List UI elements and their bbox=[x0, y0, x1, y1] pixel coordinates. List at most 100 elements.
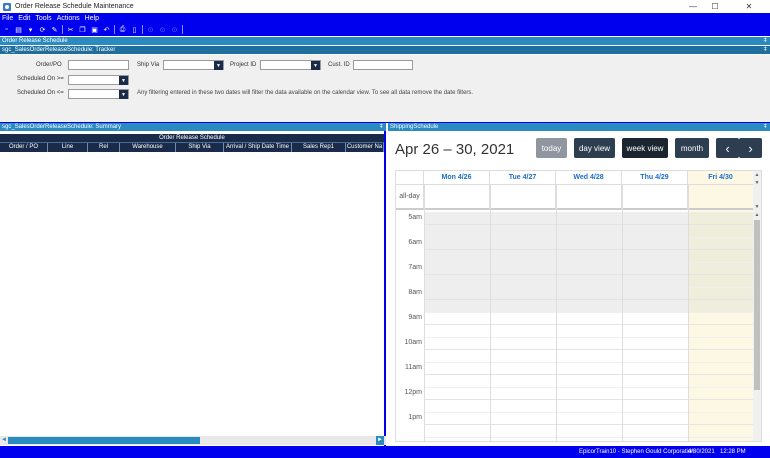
menu-tools[interactable]: Tools bbox=[35, 15, 51, 22]
time-label-9am: 9am bbox=[408, 314, 422, 321]
menu-edit[interactable]: Edit bbox=[18, 15, 30, 22]
month-button[interactable]: month bbox=[675, 138, 709, 158]
column-header-ship-via[interactable]: Ship Via bbox=[176, 143, 224, 152]
save-icon[interactable]: ▤ bbox=[14, 25, 23, 34]
day-header-fri[interactable]: Fri 4/30 bbox=[688, 171, 754, 185]
scroll-down-icon[interactable]: ▼ bbox=[753, 179, 761, 187]
scheduled-to-label: Scheduled On <= bbox=[17, 90, 64, 96]
scroll-up-icon[interactable]: ▲ bbox=[753, 171, 761, 179]
tracker-panel-header: sgc_SalesOrderReleaseSchedule: Tracker ǂ bbox=[0, 46, 770, 54]
column-header-order-po[interactable]: Order / PO bbox=[0, 143, 48, 152]
menu-bar: File Edit Tools Actions Help bbox=[0, 13, 770, 23]
menu-actions[interactable]: Actions bbox=[57, 15, 80, 22]
main-panel-header: Order Release Schedule ǂ bbox=[0, 37, 770, 45]
calendar-title: Apr 26 – 30, 2021 bbox=[395, 141, 515, 158]
status-bar: EpicorTrain10 - Stephen Gould Corporatio… bbox=[0, 446, 770, 458]
paste-icon[interactable]: ▣ bbox=[90, 25, 99, 34]
help-icon[interactable]: ⊙ bbox=[170, 25, 179, 34]
day-divider bbox=[622, 185, 623, 441]
app-window: Order Release Schedule Maintenance — ☐ ✕… bbox=[0, 0, 770, 458]
today-button[interactable]: today bbox=[536, 138, 567, 158]
time-slot-line bbox=[424, 362, 754, 363]
attach-icon[interactable]: ⊙ bbox=[146, 25, 155, 34]
time-slot-line bbox=[424, 262, 754, 263]
shipping-calendar: Apr 26 – 30, 2021 today day view week vi… bbox=[388, 131, 770, 446]
all-day-cell[interactable] bbox=[622, 185, 688, 210]
pin-icon[interactable]: ǂ bbox=[763, 123, 767, 131]
scheduled-to-dropdown-icon[interactable]: ▼ bbox=[119, 90, 128, 99]
scrollbar-thumb[interactable] bbox=[8, 437, 200, 444]
all-day-cell[interactable] bbox=[424, 185, 490, 210]
prev-week-button[interactable]: ‹ bbox=[716, 138, 739, 158]
search-icon[interactable]: ⊙ bbox=[158, 25, 167, 34]
time-slot-line bbox=[424, 299, 754, 300]
scheduled-from-label: Scheduled On >= bbox=[17, 76, 64, 82]
close-button[interactable]: ✕ bbox=[738, 0, 760, 13]
all-day-cell[interactable] bbox=[688, 185, 754, 210]
day-header-thu[interactable]: Thu 4/29 bbox=[622, 171, 688, 185]
time-slot-line bbox=[424, 399, 754, 400]
refresh-icon[interactable]: ⟳ bbox=[38, 25, 47, 34]
calendar-vertical-scrollbar[interactable]: ▲ ▼ ▼ ▲ bbox=[753, 171, 761, 441]
time-label-5am: 5am bbox=[408, 214, 422, 221]
print-icon[interactable]: ⎙ bbox=[118, 25, 127, 34]
all-day-cell[interactable] bbox=[556, 185, 622, 210]
day-divider bbox=[490, 185, 491, 441]
status-date: 4/30/2021 bbox=[688, 449, 715, 455]
ship-via-dropdown-icon[interactable]: ▼ bbox=[214, 61, 223, 70]
new-icon[interactable]: ▫ bbox=[2, 25, 11, 34]
project-id-dropdown-icon[interactable]: ▼ bbox=[311, 61, 320, 70]
menu-help[interactable]: Help bbox=[85, 15, 99, 22]
day-header-tue[interactable]: Tue 4/27 bbox=[490, 171, 556, 185]
time-slot-line bbox=[424, 337, 754, 338]
status-user: EpicorTrain10 - Stephen Gould Corporatio… bbox=[579, 449, 695, 455]
week-view-button[interactable]: week view bbox=[622, 138, 668, 158]
time-label-8am: 8am bbox=[408, 289, 422, 296]
day-header-wed[interactable]: Wed 4/28 bbox=[556, 171, 622, 185]
toolbar-separator bbox=[142, 25, 143, 34]
pin-icon[interactable]: ǂ bbox=[763, 46, 767, 54]
day-divider bbox=[424, 185, 425, 441]
time-label-6am: 6am bbox=[408, 239, 422, 246]
clear-icon[interactable]: ✎ bbox=[50, 25, 59, 34]
day-view-button[interactable]: day view bbox=[574, 138, 615, 158]
print-preview-icon[interactable]: ▯ bbox=[130, 25, 139, 34]
undo-icon[interactable]: ↶ bbox=[102, 25, 111, 34]
scroll-down-icon[interactable]: ▼ bbox=[753, 203, 761, 211]
scroll-right-icon[interactable]: ► bbox=[376, 436, 384, 445]
toolbar-separator bbox=[114, 25, 115, 34]
time-slot-line bbox=[424, 412, 754, 413]
time-slot-line bbox=[424, 274, 754, 275]
copy-icon[interactable]: ❐ bbox=[78, 25, 87, 34]
menu-file[interactable]: File bbox=[2, 15, 13, 22]
cust-id-input[interactable] bbox=[353, 60, 413, 70]
column-header-line[interactable]: Line bbox=[48, 143, 88, 152]
column-header-arrival-ship-date-time[interactable]: Arrival / Ship Date Time bbox=[224, 143, 292, 152]
day-header-mon[interactable]: Mon 4/26 bbox=[424, 171, 490, 185]
time-slot-line bbox=[424, 349, 754, 350]
main-panel-title: Order Release Schedule bbox=[2, 38, 68, 44]
cut-icon[interactable]: ✂ bbox=[66, 25, 75, 34]
project-id-label: Project ID bbox=[230, 62, 257, 68]
tracker-panel: Order/PO Ship Via ▼ Project ID ▼ Cust. I… bbox=[0, 55, 770, 122]
scheduled-from-dropdown-icon[interactable]: ▼ bbox=[119, 76, 128, 85]
scroll-up-icon[interactable]: ▲ bbox=[753, 211, 761, 219]
column-header-customer-name[interactable]: Customer Na bbox=[346, 143, 384, 152]
time-slot-line bbox=[424, 224, 754, 225]
maximize-button[interactable]: ☐ bbox=[704, 0, 726, 13]
scroll-left-icon[interactable]: ◄ bbox=[0, 436, 8, 445]
save-dropdown-icon[interactable]: ▾ bbox=[26, 25, 35, 34]
minimize-button[interactable]: — bbox=[682, 0, 704, 13]
pin-icon[interactable]: ǂ bbox=[379, 123, 383, 131]
column-header-rel[interactable]: Rel bbox=[88, 143, 120, 152]
ship-via-label: Ship Via bbox=[137, 62, 160, 68]
scrollbar-thumb[interactable] bbox=[754, 220, 760, 390]
summary-horizontal-scrollbar[interactable]: ◄ ► bbox=[0, 436, 386, 445]
column-header-warehouse[interactable]: Warehouse bbox=[120, 143, 176, 152]
summary-grid: Order Release Schedule Order / PO Line R… bbox=[0, 131, 386, 446]
next-week-button[interactable]: › bbox=[739, 138, 762, 158]
column-header-sales-rep1[interactable]: Sales Rep1 bbox=[292, 143, 346, 152]
pin-icon[interactable]: ǂ bbox=[763, 37, 767, 45]
order-po-input[interactable] bbox=[68, 60, 129, 70]
all-day-cell[interactable] bbox=[490, 185, 556, 210]
